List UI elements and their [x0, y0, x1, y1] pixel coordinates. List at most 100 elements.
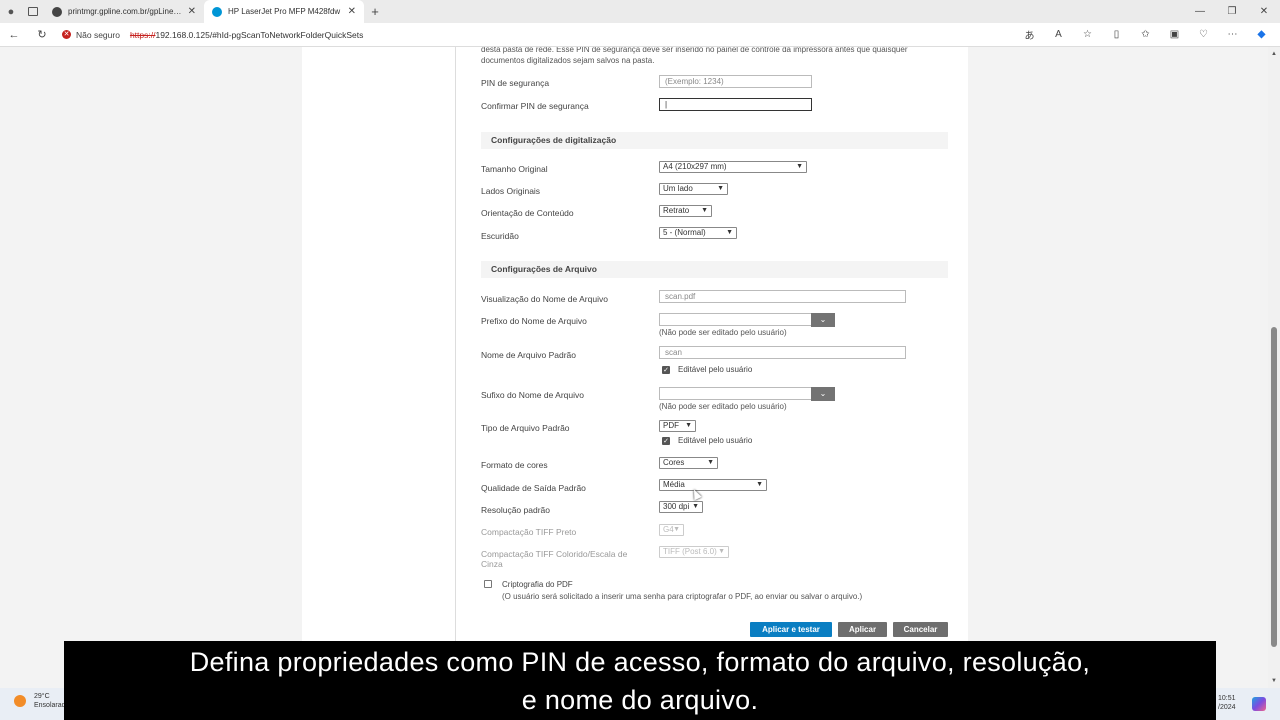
filename-suffix-combo[interactable]: ⌄	[659, 387, 835, 401]
chevron-down-icon[interactable]: ⌄	[811, 387, 835, 401]
subtitle-line-1: Defina propriedades como PIN de acesso, …	[189, 647, 1091, 677]
window-controls: — ❐ ✕	[1184, 0, 1280, 23]
page-viewport: desta pasta de rede. Esse PIN de seguran…	[0, 47, 1268, 688]
restore-icon[interactable]: ❐	[1216, 6, 1248, 17]
browser-toolbar-icons: あ A ☆ ▯ ✩ ▣ ♡ ⋯ ◆	[1015, 27, 1280, 42]
orientation-select[interactable]: Retrato ▼	[659, 205, 712, 217]
file-type-editable-checkbox[interactable]: ✓	[662, 437, 670, 445]
filename-preview-field: scan.pdf	[659, 290, 906, 303]
url-field[interactable]: ✕ Não seguro https://192.168.0.125/#hId-…	[56, 25, 1015, 45]
chevron-down-icon: ▼	[673, 526, 680, 533]
tiff-bw-value: G4	[663, 525, 674, 534]
resolution-select[interactable]: 300 dpi ▼	[659, 501, 703, 513]
filename-preview-label: Visualização do Nome de Arquivo	[481, 294, 608, 304]
original-sides-label: Lados Originais	[481, 186, 541, 196]
filename-prefix-combo[interactable]: ⌄	[659, 313, 835, 327]
close-tab-icon[interactable]: ✕	[348, 6, 356, 17]
clock-time: 10:51	[1218, 695, 1236, 702]
scan-to-folder-settings-form: desta pasta de rede. Esse PIN de seguran…	[456, 47, 968, 688]
page-scrollbar[interactable]: ▲ ▼	[1268, 47, 1280, 688]
scroll-up-icon[interactable]: ▲	[1271, 51, 1277, 57]
file-type-editable-label: Editável pelo usuário	[678, 436, 753, 445]
collections-icon[interactable]: ▣	[1160, 29, 1189, 40]
chevron-down-icon: ▼	[692, 503, 699, 510]
browser-tab-bar: ● printmgr.gpline.com.br/gpLineW... ✕ HP…	[0, 0, 1280, 23]
copilot-tray-icon[interactable]	[1252, 697, 1266, 711]
apply-and-test-button[interactable]: Aplicar e testar	[750, 622, 832, 637]
reload-icon[interactable]: ↻	[28, 28, 56, 41]
not-secure-icon: ✕	[62, 30, 71, 39]
darkness-value: 5 - (Normal)	[663, 228, 706, 237]
chevron-down-icon: ▼	[685, 422, 692, 429]
filename-editable-checkbox[interactable]: ✓	[662, 366, 670, 374]
chevron-down-icon: ▼	[756, 481, 763, 488]
favorite-star-icon[interactable]: ☆	[1073, 29, 1102, 40]
file-type-select[interactable]: PDF ▼	[659, 420, 696, 432]
filename-editable-label: Editável pelo usuário	[678, 365, 753, 374]
taskbar-clock[interactable]: 10:51 /2024	[1218, 694, 1236, 712]
suffix-hint: (Não pode ser editado pelo usuário)	[659, 402, 787, 411]
original-size-select[interactable]: A4 (210x297 mm) ▼	[659, 161, 807, 173]
scroll-down-icon[interactable]: ▼	[1271, 678, 1277, 684]
output-quality-select[interactable]: Média ▼	[659, 479, 767, 491]
profile-icon[interactable]: ●	[0, 0, 22, 23]
filename-suffix-label: Sufixo do Nome de Arquivo	[481, 390, 585, 400]
file-settings-section-header: Configurações de Arquivo	[481, 261, 948, 278]
original-size-value: A4 (210x297 mm)	[663, 162, 727, 171]
more-menu-icon[interactable]: ⋯	[1218, 29, 1247, 40]
darkness-label: Escuridão	[481, 231, 519, 241]
temperature: 29°C	[34, 693, 50, 700]
scrollbar-thumb[interactable]	[1271, 327, 1277, 647]
original-sides-select[interactable]: Um lado ▼	[659, 183, 728, 195]
url-path: 192.168.0.125/#hId-pgScanToNetworkFolder…	[155, 29, 364, 40]
close-tab-icon[interactable]: ✕	[188, 6, 196, 17]
back-icon[interactable]: ←	[0, 29, 28, 41]
orientation-label: Orientação de Conteúdo	[481, 208, 574, 218]
tiff-color-label-cont: Cinza	[481, 559, 503, 569]
pin-input[interactable]: (Exemplo: 1234)	[659, 75, 812, 88]
chevron-down-icon: ▼	[796, 163, 803, 170]
clock-date: /2024	[1218, 704, 1236, 711]
original-sides-value: Um lado	[663, 184, 693, 193]
tab-actions-icon[interactable]	[22, 0, 44, 23]
close-window-icon[interactable]: ✕	[1248, 6, 1280, 17]
color-format-value: Cores	[663, 458, 685, 467]
browser-essentials-icon[interactable]: ♡	[1189, 29, 1218, 40]
chevron-down-icon: ▼	[718, 548, 725, 555]
copilot-icon[interactable]: ◆	[1247, 29, 1276, 40]
favorites-icon[interactable]: ✩	[1131, 29, 1160, 40]
confirm-pin-input[interactable]: |	[659, 98, 812, 111]
tiff-color-value: TIFF (Post 6.0)	[663, 547, 717, 556]
tiff-color-label: Compactação TIFF Colorido/Escala de	[481, 549, 628, 559]
minimize-icon[interactable]: —	[1184, 6, 1216, 17]
darkness-select[interactable]: 5 - (Normal) ▼	[659, 227, 737, 239]
tiff-bw-select: G4 ▼	[659, 524, 684, 536]
cancel-button[interactable]: Cancelar	[893, 622, 948, 637]
output-quality-label: Qualidade de Saída Padrão	[481, 483, 586, 493]
split-screen-icon[interactable]: ▯	[1102, 29, 1131, 40]
left-navigation-panel	[302, 47, 456, 688]
video-subtitle: Defina propriedades como PIN de acesso, …	[64, 641, 1216, 720]
security-label[interactable]: Não seguro	[76, 30, 120, 40]
new-tab-icon[interactable]: +	[364, 4, 386, 19]
scan-settings-section-header: Configurações de digitalização	[481, 132, 948, 149]
read-aloud-icon[interactable]: A	[1044, 29, 1073, 40]
translate-icon[interactable]: あ	[1015, 27, 1044, 42]
pdf-encryption-label: Criptografia do PDF	[502, 580, 573, 589]
apply-button[interactable]: Aplicar	[838, 622, 887, 637]
tab-hp-laserjet[interactable]: HP LaserJet Pro MFP M428fdw ✕	[204, 0, 364, 23]
default-filename-input[interactable]: scan	[659, 346, 906, 359]
original-size-label: Tamanho Original	[481, 164, 548, 174]
tab-printmgr[interactable]: printmgr.gpline.com.br/gpLineW... ✕	[44, 0, 204, 23]
color-format-select[interactable]: Cores ▼	[659, 457, 718, 469]
color-format-label: Formato de cores	[481, 460, 548, 470]
chevron-down-icon: ▼	[726, 229, 733, 236]
resolution-label: Resolução padrão	[481, 505, 550, 515]
prefix-hint: (Não pode ser editado pelo usuário)	[659, 328, 787, 337]
pdf-encryption-hint: (O usuário será solicitado a inserir uma…	[502, 592, 863, 601]
chevron-down-icon[interactable]: ⌄	[811, 313, 835, 327]
file-type-label: Tipo de Arquivo Padrão	[481, 423, 570, 433]
printmgr-favicon-icon	[52, 6, 62, 17]
chevron-down-icon: ▼	[717, 185, 724, 192]
pdf-encryption-checkbox[interactable]	[484, 580, 492, 588]
